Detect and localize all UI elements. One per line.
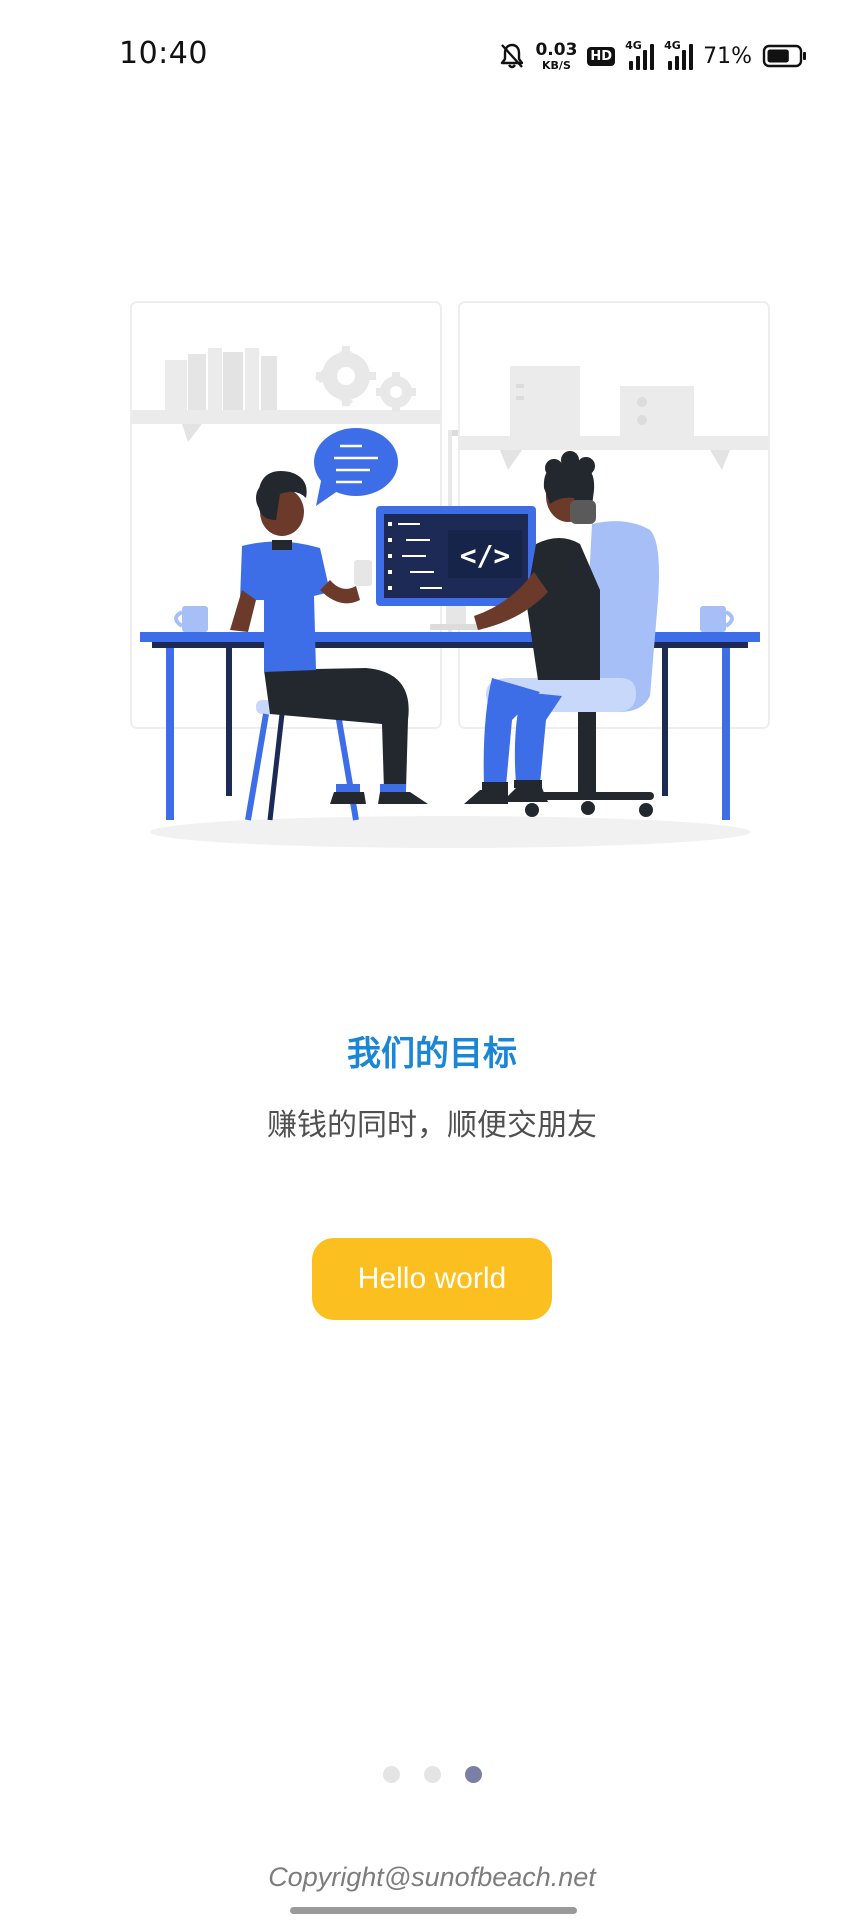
status-time: 10:40 xyxy=(119,36,208,71)
intro-title: 我们的目标 xyxy=(347,1034,517,1074)
status-bar: 10:40 0.03 KB/S HD 4G 4G 71% xyxy=(0,0,864,115)
page-indicator-dot[interactable] xyxy=(382,1766,400,1783)
page-indicator-dot[interactable] xyxy=(423,1766,441,1783)
battery-icon xyxy=(762,43,808,69)
page-indicator xyxy=(0,1766,864,1783)
signal-icon: 4G xyxy=(625,39,655,70)
signal-icon: 4G xyxy=(664,39,694,70)
copyright-text: Copyright@sunofbeach.net xyxy=(268,1862,596,1892)
bell-muted-icon xyxy=(499,42,525,70)
signal-type-label: 4G xyxy=(664,39,681,52)
hd-icon: HD xyxy=(587,46,616,66)
battery-percent: 71% xyxy=(703,43,752,69)
status-icons: 0.03 KB/S HD 4G 4G 71% xyxy=(499,36,808,76)
home-indicator[interactable] xyxy=(290,1907,577,1914)
signal-type-label: 4G xyxy=(625,39,642,52)
page-indicator-dot[interactable] xyxy=(464,1766,482,1783)
hello-world-button[interactable]: Hello world xyxy=(312,1238,552,1320)
network-speed: 0.03 KB/S xyxy=(535,39,578,72)
developers-illustration: </> xyxy=(130,300,770,864)
network-speed-value: 0.03 xyxy=(535,39,578,60)
network-speed-unit: KB/S xyxy=(542,58,571,72)
code-symbol: </> xyxy=(460,539,511,572)
intro-subtitle: 赚钱的同时，顺便交朋友 xyxy=(267,1108,597,1143)
